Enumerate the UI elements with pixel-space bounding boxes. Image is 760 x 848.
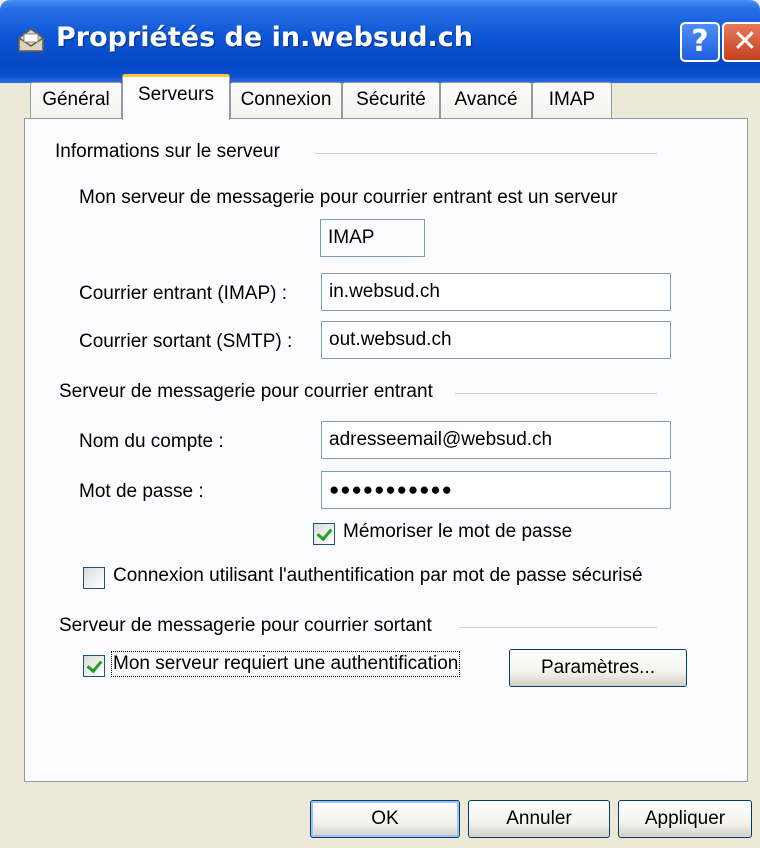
question-icon: ? xyxy=(691,24,709,59)
group-divider xyxy=(455,393,657,395)
tab-serveurs[interactable]: Serveurs xyxy=(122,74,230,120)
settings-button[interactable]: Paramètres... xyxy=(509,649,687,687)
incoming-server-label: Courrier entrant (IMAP) : xyxy=(79,283,287,304)
group-divider xyxy=(459,627,657,629)
password-input[interactable]: ●●●●●●●●●●● xyxy=(321,471,671,509)
incoming-server-input[interactable]: in.websud.ch xyxy=(321,273,671,311)
incoming-server-type-field: IMAP xyxy=(320,219,425,257)
close-icon: ✕ xyxy=(732,24,758,59)
cancel-button[interactable]: Annuler xyxy=(468,800,610,838)
tab-general[interactable]: Général xyxy=(30,82,122,118)
remember-password-label[interactable]: Mémoriser le mot de passe xyxy=(343,521,572,543)
smtp-auth-checkbox[interactable] xyxy=(83,655,105,677)
properties-dialog: Propriétés de in.websud.ch ? ✕ Général S… xyxy=(0,0,760,848)
window-title: Propriétés de in.websud.ch xyxy=(56,22,474,53)
tab-imap[interactable]: IMAP xyxy=(532,82,612,118)
spa-label[interactable]: Connexion utilisant l'authentification p… xyxy=(113,565,643,587)
smtp-auth-label[interactable]: Mon serveur requiert une authentificatio… xyxy=(110,651,461,677)
ok-button[interactable]: OK xyxy=(310,800,460,838)
server-info-group-label: Informations sur le serveur xyxy=(55,141,280,162)
tab-connexion[interactable]: Connexion xyxy=(230,82,342,118)
account-name-label: Nom du compte : xyxy=(79,431,224,452)
apply-button[interactable]: Appliquer xyxy=(618,800,752,838)
outgoing-group-label: Serveur de messagerie pour courrier sort… xyxy=(59,615,432,636)
password-label: Mot de passe : xyxy=(79,481,204,502)
spa-checkbox[interactable] xyxy=(83,567,105,589)
outgoing-server-input[interactable]: out.websud.ch xyxy=(321,321,671,359)
outgoing-server-label: Courrier sortant (SMTP) : xyxy=(79,331,293,352)
incoming-type-label: Mon serveur de messagerie pour courrier … xyxy=(79,187,618,208)
mail-account-icon xyxy=(18,28,44,52)
close-button[interactable]: ✕ xyxy=(722,22,760,62)
servers-tab-panel: Informations sur le serveur Mon serveur … xyxy=(24,118,748,782)
group-divider xyxy=(315,153,657,155)
tab-avance[interactable]: Avancé xyxy=(440,82,532,118)
incoming-group-label: Serveur de messagerie pour courrier entr… xyxy=(59,381,433,402)
account-name-input[interactable]: adresseemail@websud.ch xyxy=(321,421,671,459)
remember-password-checkbox[interactable] xyxy=(313,523,335,545)
help-button[interactable]: ? xyxy=(680,22,720,62)
title-bar[interactable]: Propriétés de in.websud.ch ? ✕ xyxy=(0,0,760,83)
tab-securite[interactable]: Sécurité xyxy=(342,82,440,118)
